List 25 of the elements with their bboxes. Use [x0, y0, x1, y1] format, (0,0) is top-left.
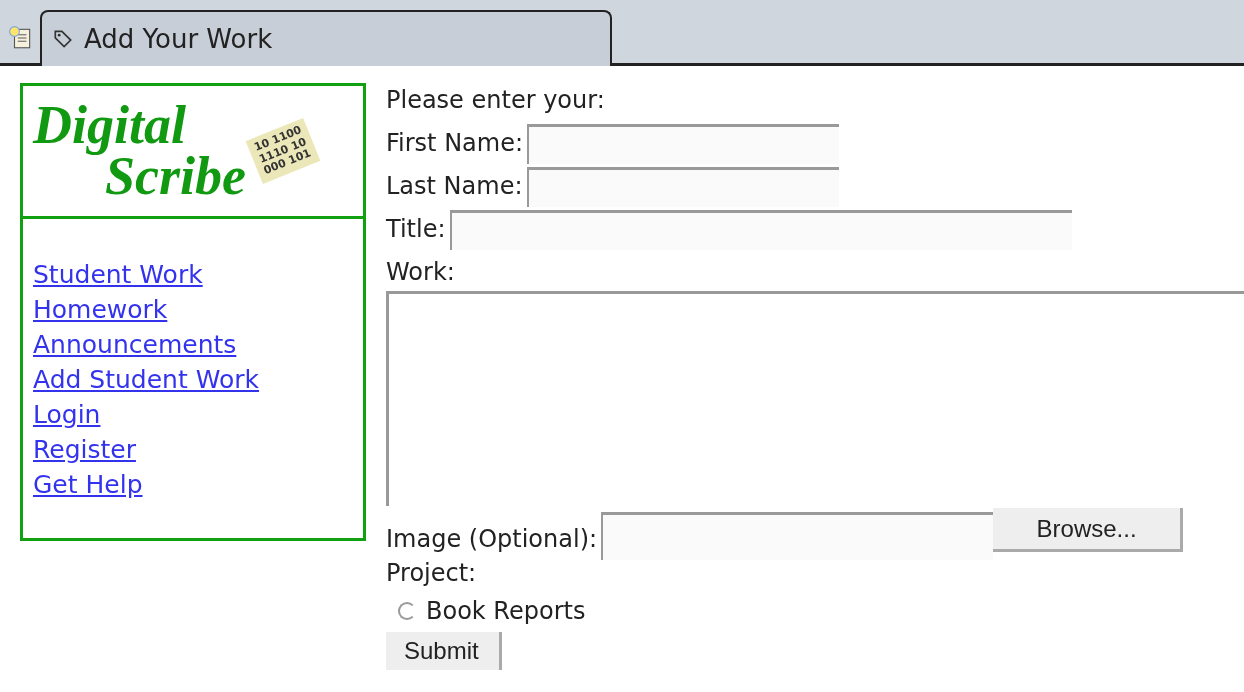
nav-link[interactable]: Login [33, 397, 101, 432]
submit-button[interactable]: Submit [386, 632, 502, 670]
field-label: Title: [386, 214, 446, 245]
text-field[interactable] [527, 124, 840, 164]
nav-link[interactable]: Homework [33, 292, 168, 327]
nav-link[interactable]: Announcements [33, 327, 237, 362]
browser-tab[interactable]: Add Your Work [40, 10, 612, 66]
tag-icon [52, 28, 74, 50]
field-label: Work: [386, 257, 455, 288]
nav-link[interactable]: Add Student Work [33, 362, 259, 397]
radio-option[interactable]: Book Reports [386, 590, 586, 632]
text-field[interactable] [449, 210, 1072, 250]
form-intro: Please enter your: [386, 85, 605, 116]
tab-label: Add Your Work [84, 24, 273, 54]
file-path-field[interactable] [601, 512, 994, 560]
binary-sticker: 10 1100 1110 10 000 101 [245, 118, 321, 184]
field-label: Project: [386, 558, 477, 589]
nav-link[interactable]: Register [33, 432, 136, 467]
field-label: Image (Optional): [386, 524, 598, 555]
nav-link[interactable]: Student Work [33, 257, 203, 292]
field-label: First Name: [386, 128, 524, 159]
browse-button[interactable]: Browse... [993, 508, 1184, 552]
field-label: Last Name: [386, 171, 523, 202]
nav-link[interactable]: Get Help [33, 467, 143, 502]
text-field[interactable] [526, 167, 839, 207]
